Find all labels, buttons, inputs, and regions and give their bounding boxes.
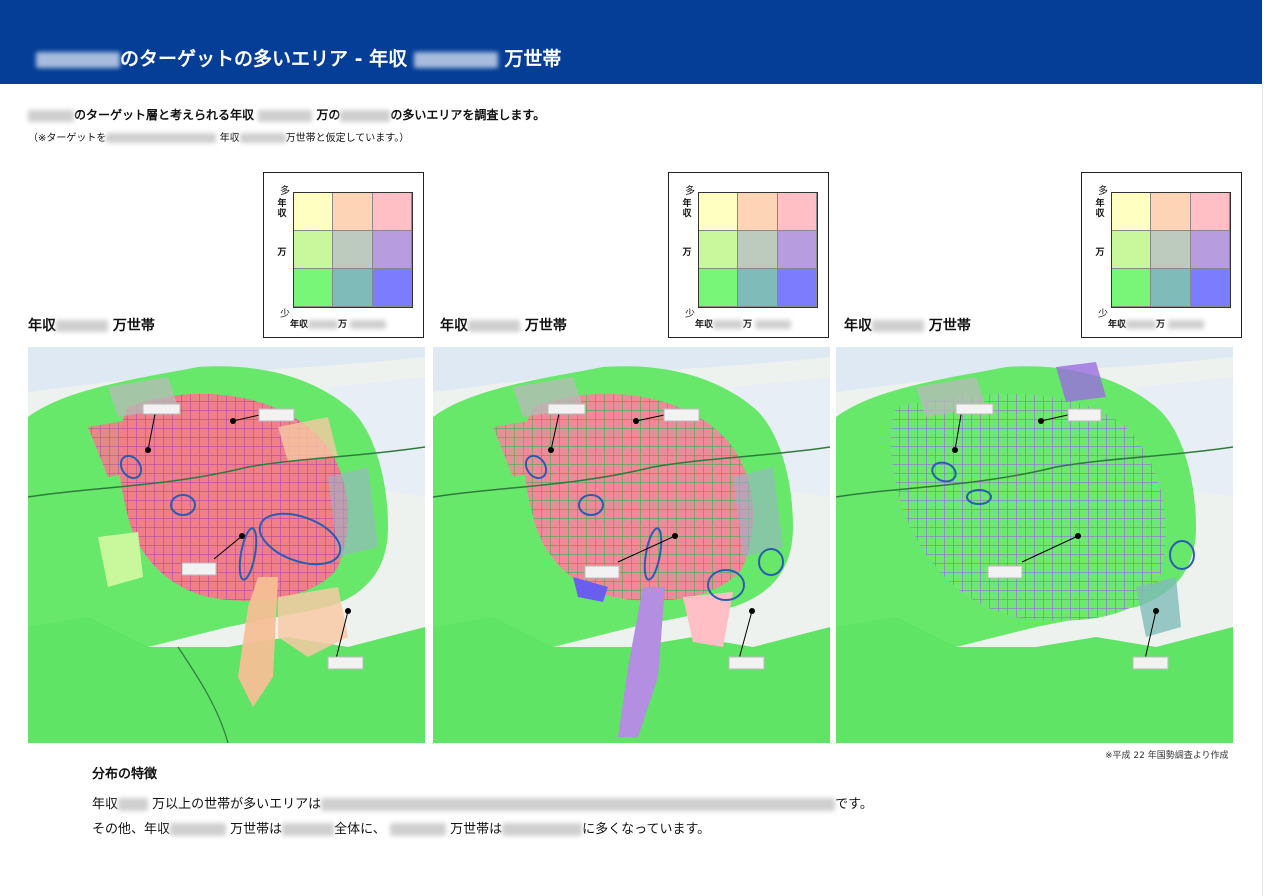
redacted-text xyxy=(28,109,74,122)
choropleth-map-2 xyxy=(433,347,830,743)
legend-cell xyxy=(738,231,778,269)
page-title: のターゲットの多いエリア - 年収 万世帯 xyxy=(36,44,561,71)
page-edge xyxy=(1262,84,1263,896)
map-panel-1 xyxy=(28,347,425,743)
redacted-text xyxy=(106,133,217,143)
legend-cell xyxy=(738,193,778,231)
legend-y-top: 多 xyxy=(1098,186,1108,197)
legend-y-label: 年収 xyxy=(1095,199,1105,219)
legend-cell xyxy=(294,269,334,307)
legend-cell xyxy=(294,193,334,231)
legend-y-label: 年収 xyxy=(277,199,287,219)
page-header: のターゲットの多いエリア - 年収 万世帯 xyxy=(0,0,1262,84)
legend-cell xyxy=(1151,193,1191,231)
redacted-city xyxy=(36,51,120,68)
legend-x-label: 年収万 xyxy=(695,317,792,330)
redacted-text xyxy=(350,320,387,329)
legend-cell xyxy=(372,269,412,307)
legend-cell xyxy=(333,269,373,307)
legend-y-bottom: 少 xyxy=(1098,309,1108,320)
legend-cell xyxy=(1151,269,1191,307)
features-heading: 分布の特徴 xyxy=(92,767,158,782)
legend-x-label: 年収万 xyxy=(1108,317,1205,330)
legend-x-label: 年収万 xyxy=(290,317,387,330)
redacted-text xyxy=(1126,320,1157,329)
legend-2: 多 年収 万 少 年収万 xyxy=(668,172,829,338)
legend-cell xyxy=(777,231,817,269)
legend-color-grid xyxy=(293,192,413,308)
legend-cell xyxy=(372,193,412,231)
legend-cell xyxy=(777,269,817,307)
legend-1: 多 年収 万 少 年収万 xyxy=(263,172,424,338)
legend-y-mid: 万 xyxy=(277,248,287,258)
legend-cell xyxy=(1151,231,1191,269)
panel-3-label: 年収 万世帯 xyxy=(844,318,971,334)
choropleth-map-3 xyxy=(836,347,1233,743)
panel-1-label: 年収 万世帯 xyxy=(28,318,155,334)
legend-y-mid: 万 xyxy=(682,248,692,258)
map-panel-3 xyxy=(836,347,1233,743)
redacted-text xyxy=(755,320,792,329)
redacted-text xyxy=(308,320,339,329)
intro-note: （※ターゲットを 年収 万世帯と仮定しています。） xyxy=(28,133,410,144)
redacted-text xyxy=(468,320,520,332)
redacted-text xyxy=(340,109,391,122)
legend-color-grid xyxy=(698,192,818,308)
legend-color-grid xyxy=(1111,192,1231,308)
intro-text: のターゲット層と考えられる年収 万の の多いエリアを調査します。 xyxy=(28,106,545,123)
legend-cell xyxy=(1190,231,1230,269)
legend-cell xyxy=(1190,193,1230,231)
redacted-text xyxy=(118,798,149,811)
legend-cell xyxy=(372,231,412,269)
legend-3: 多 年収 万 少 年収万 xyxy=(1081,172,1242,338)
legend-cell xyxy=(1190,269,1230,307)
legend-cell xyxy=(738,269,778,307)
legend-cell xyxy=(699,231,739,269)
legend-cell xyxy=(333,231,373,269)
legend-cell xyxy=(294,231,334,269)
legend-cell xyxy=(1112,231,1152,269)
source-note: ※平成 22 年国勢調査より作成 xyxy=(1105,751,1229,761)
redacted-text xyxy=(502,823,583,836)
legend-cell xyxy=(1112,269,1152,307)
features-line-2: その他、年収 万世帯は 全体に、 万世帯は に多くなっています。 xyxy=(92,822,711,837)
redacted-text xyxy=(170,823,227,836)
features-line-1: 年収 万以上の世帯が多いエリアは です。 xyxy=(92,797,873,812)
legend-cell xyxy=(1112,193,1152,231)
legend-cell xyxy=(699,269,739,307)
choropleth-map-1 xyxy=(28,347,425,743)
redacted-text xyxy=(389,823,446,836)
redacted-text xyxy=(1168,320,1205,329)
redacted-text xyxy=(282,823,335,836)
legend-y-bottom: 少 xyxy=(685,309,695,320)
redacted-text xyxy=(321,798,836,811)
panel-2-label: 年収 万世帯 xyxy=(440,318,567,334)
redacted-text xyxy=(872,320,924,332)
legend-y-label: 年収 xyxy=(682,199,692,219)
legend-cell xyxy=(777,193,817,231)
legend-cell xyxy=(333,193,373,231)
legend-y-top: 多 xyxy=(685,186,695,197)
redacted-text xyxy=(258,109,313,122)
redacted-text xyxy=(56,320,108,332)
legend-y-top: 多 xyxy=(280,186,290,197)
legend-y-mid: 万 xyxy=(1095,248,1105,258)
redacted-text xyxy=(713,320,744,329)
legend-cell xyxy=(699,193,739,231)
redacted-income xyxy=(413,51,498,68)
legend-y-bottom: 少 xyxy=(280,309,290,320)
redacted-text xyxy=(239,133,286,143)
map-panel-2 xyxy=(433,347,830,743)
